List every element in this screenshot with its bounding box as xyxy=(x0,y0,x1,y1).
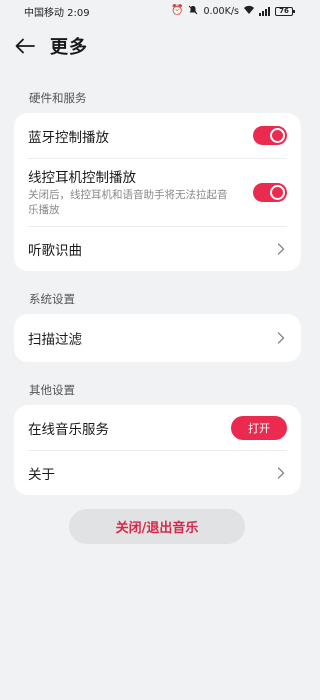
carrier-time: 中国移动 2:09 xyxy=(24,7,90,19)
page-title: 更多 xyxy=(50,37,88,58)
row-text: 线控耳机控制播放 关闭后，线控耳机和语音助手将无法拉起音乐播放 xyxy=(28,166,228,218)
back-button[interactable] xyxy=(14,35,36,57)
row-about[interactable]: 关于 xyxy=(14,450,301,495)
row-bluetooth-control[interactable]: 蓝牙控制播放 xyxy=(14,113,301,158)
exit-music-button[interactable]: 关闭/退出音乐 xyxy=(69,509,245,544)
battery-level: 76 xyxy=(279,7,289,15)
battery-icon: 76 xyxy=(275,6,295,16)
row-title: 蓝牙控制播放 xyxy=(28,129,109,146)
chevron-right-icon xyxy=(275,242,287,255)
row-online-music-service[interactable]: 在线音乐服务 打开 xyxy=(14,405,301,450)
row-title: 关于 xyxy=(28,466,55,483)
mute-icon xyxy=(188,5,198,18)
row-song-recognition[interactable]: 听歌识曲 xyxy=(14,226,301,271)
bluetooth-toggle[interactable] xyxy=(253,126,287,145)
chevron-right-icon xyxy=(275,332,287,344)
network-speed: 0.00K/s xyxy=(203,5,239,17)
status-icons: ⏰ 0.00K/s 76 xyxy=(171,5,295,18)
row-title: 在线音乐服务 xyxy=(28,421,109,438)
row-wired-headset-control[interactable]: 线控耳机控制播放 关闭后，线控耳机和语音助手将无法拉起音乐播放 xyxy=(14,158,301,226)
row-title: 扫描过滤 xyxy=(28,332,82,348)
row-subtitle: 关闭后，线控耳机和语音助手将无法拉起音乐播放 xyxy=(28,189,228,216)
section-label-system: 系统设置 xyxy=(29,292,75,306)
card-system: 扫描过滤 xyxy=(14,314,301,362)
toggle-knob xyxy=(270,128,285,143)
header: 更多 xyxy=(0,30,315,62)
alarm-icon: ⏰ xyxy=(171,5,184,16)
row-title: 线控耳机控制播放 xyxy=(28,170,136,186)
section-label-hardware: 硬件和服务 xyxy=(29,91,87,105)
arrow-left-icon xyxy=(15,38,35,54)
card-hardware: 蓝牙控制播放 线控耳机控制播放 关闭后，线控耳机和语音助手将无法拉起音乐播放 听… xyxy=(14,113,301,271)
toggle-knob xyxy=(270,184,285,200)
section-label-other: 其他设置 xyxy=(29,383,75,397)
chevron-right-icon xyxy=(275,466,287,479)
card-other: 在线音乐服务 打开 关于 xyxy=(14,405,301,495)
wifi-icon xyxy=(244,5,254,17)
open-button[interactable]: 打开 xyxy=(231,415,287,440)
row-scan-filter[interactable]: 扫描过滤 xyxy=(14,314,301,362)
wired-headset-toggle[interactable] xyxy=(253,182,287,202)
row-title: 听歌识曲 xyxy=(28,242,82,259)
signal-icon xyxy=(259,6,270,16)
status-bar: 中国移动 2:09 ⏰ 0.00K/s 76 xyxy=(0,0,315,22)
